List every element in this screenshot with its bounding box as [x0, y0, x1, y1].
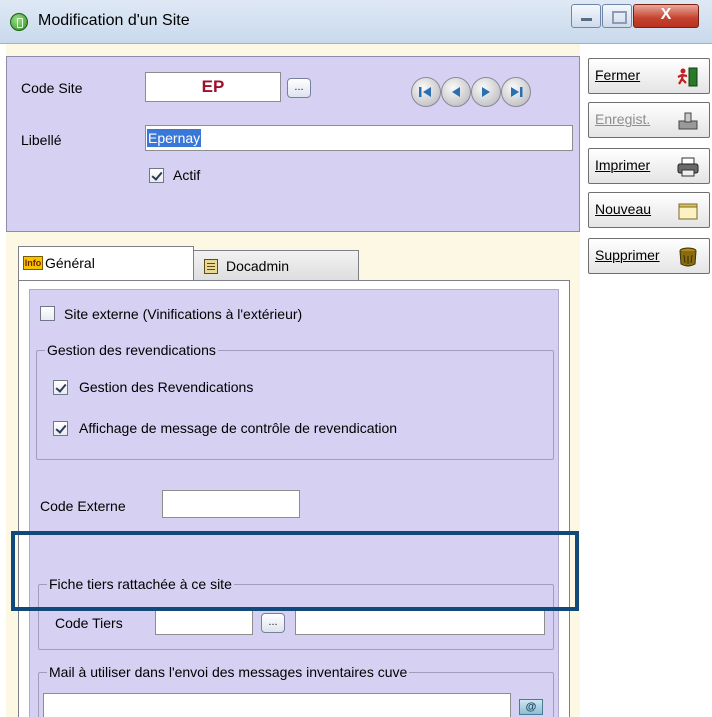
imprimer-label: Imprimer [595, 157, 651, 173]
code-site-browse-button[interactable]: ... [287, 78, 311, 98]
main-panel: Code Site EP ... Libellé Epernay Actif I… [6, 44, 580, 717]
previous-record-icon [452, 87, 460, 97]
delete-icon [679, 247, 697, 267]
close-icon: X [660, 6, 672, 23]
tab-general[interactable]: Info Général [18, 246, 194, 280]
title-bar: Modification d'un Site X [0, 0, 712, 44]
printer-icon [677, 157, 699, 177]
tab-docadmin-label: Docadmin [226, 258, 290, 274]
nouveau-label: Nouveau [595, 201, 652, 217]
mail-group: Mail à utiliser dans l'envoi des message… [38, 664, 554, 717]
fermer-button[interactable]: Fermer [588, 58, 710, 94]
imprimer-button[interactable]: Imprimer [588, 148, 710, 184]
mail-field[interactable] [43, 693, 511, 717]
save-icon [678, 112, 698, 130]
actif-checkbox[interactable] [149, 168, 164, 183]
code-externe-label: Code Externe [40, 498, 126, 514]
libelle-field[interactable]: Epernay [145, 125, 573, 151]
actif-label: Actif [173, 167, 201, 183]
affichage-message-label: Affichage de message de contrôle de reve… [79, 420, 398, 436]
previous-record-button[interactable] [441, 77, 471, 107]
document-icon [204, 259, 218, 274]
tab-docadmin[interactable]: Docadmin [193, 250, 359, 280]
gestion-revendications-label: Gestion des Revendications [79, 379, 254, 395]
new-document-icon [678, 203, 698, 220]
fiche-tiers-highlight [11, 531, 579, 611]
code-tiers-browse-button[interactable]: ... [261, 613, 285, 633]
first-record-button[interactable] [411, 77, 441, 107]
minimize-button[interactable] [571, 4, 601, 28]
tiers-name-field[interactable] [295, 607, 545, 635]
first-record-icon [419, 87, 431, 97]
libelle-value: Epernay [147, 129, 202, 147]
revendications-group: Gestion des revendications Gestion des R… [36, 342, 554, 460]
code-tiers-label: Code Tiers [55, 615, 123, 631]
exit-icon [677, 67, 698, 87]
tab-general-label: Général [45, 255, 95, 271]
site-externe-label: Site externe (Vinifications à l'extérieu… [64, 306, 303, 322]
libelle-label: Libellé [21, 132, 62, 148]
app-icon [10, 13, 28, 31]
site-header: Code Site EP ... Libellé Epernay Actif [6, 56, 580, 232]
supprimer-button[interactable]: Supprimer [588, 238, 710, 274]
window-title: Modification d'un Site [38, 12, 190, 29]
last-record-button[interactable] [501, 77, 531, 107]
mail-icon[interactable]: @ [519, 699, 543, 715]
tab-panel-general: Site externe (Vinifications à l'extérieu… [18, 280, 570, 717]
code-site-field[interactable]: EP [145, 72, 281, 102]
site-externe-checkbox[interactable] [40, 306, 55, 321]
close-window-button[interactable]: X [633, 4, 699, 28]
gestion-revendications-checkbox[interactable] [53, 380, 68, 395]
general-content: Site externe (Vinifications à l'extérieu… [29, 289, 559, 717]
mail-group-title: Mail à utiliser dans l'envoi des message… [47, 664, 410, 680]
fermer-label: Fermer [595, 67, 641, 83]
enregistrer-button[interactable]: Enregist. [588, 102, 710, 138]
info-icon: Info [23, 256, 43, 270]
code-externe-field[interactable] [162, 490, 300, 518]
maximize-button[interactable] [602, 4, 632, 28]
next-record-button[interactable] [471, 77, 501, 107]
next-record-icon [482, 87, 490, 97]
affichage-message-checkbox[interactable] [53, 421, 68, 436]
nouveau-button[interactable]: Nouveau [588, 192, 710, 228]
enregistrer-label: Enregist. [595, 111, 651, 127]
revendications-group-title: Gestion des revendications [45, 342, 218, 358]
supprimer-label: Supprimer [595, 247, 660, 263]
code-site-label: Code Site [21, 80, 83, 96]
code-tiers-field[interactable] [155, 607, 253, 635]
last-record-icon [511, 87, 523, 97]
